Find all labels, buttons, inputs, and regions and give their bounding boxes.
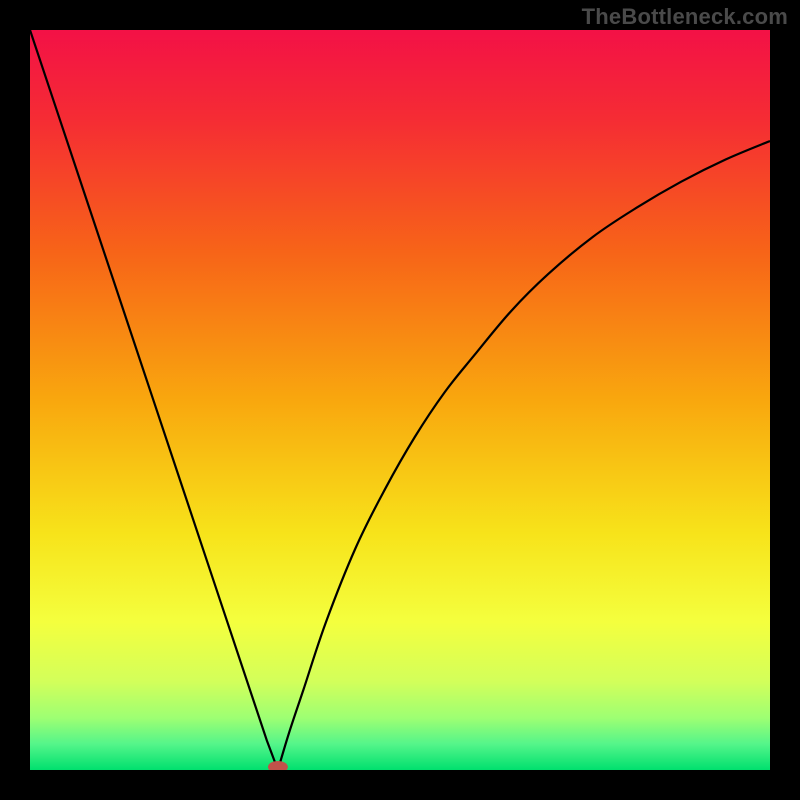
chart-frame: TheBottleneck.com: [0, 0, 800, 800]
gradient-background: [30, 30, 770, 770]
chart-svg: [30, 30, 770, 770]
plot-area: [30, 30, 770, 770]
watermark-text: TheBottleneck.com: [582, 4, 788, 30]
